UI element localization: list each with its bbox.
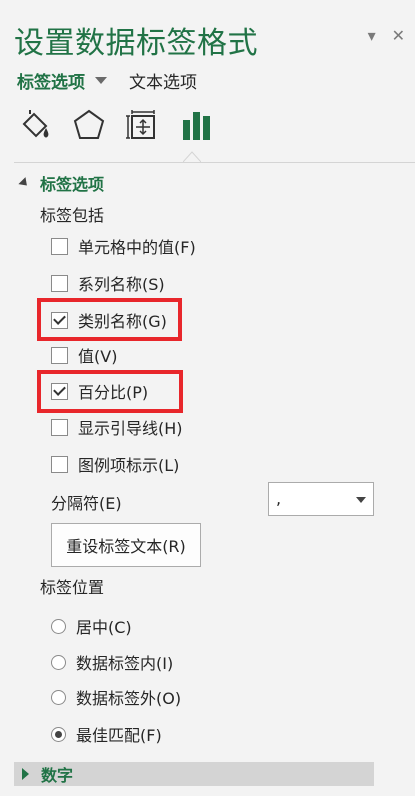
checkbox-cell-value[interactable]: 单元格中的值(F)	[51, 234, 196, 258]
pane-controls: ▾ ✕	[368, 28, 405, 44]
close-icon[interactable]: ✕	[392, 28, 405, 44]
bar-chart-options-icon[interactable]	[180, 106, 214, 142]
expand-triangle-icon	[22, 768, 29, 780]
label-position-heading: 标签位置	[40, 578, 105, 597]
radio-inside-end[interactable]: 数据标签内(I)	[51, 650, 173, 674]
fill-line-icon[interactable]	[18, 106, 52, 142]
checkbox-label: 值(V)	[78, 347, 118, 366]
category-icon-row	[18, 106, 214, 142]
checkbox-percentage[interactable]: 百分比(P)	[51, 379, 148, 403]
tab-dropdown-icon[interactable]	[95, 77, 107, 84]
size-properties-icon[interactable]	[126, 106, 160, 142]
separator-label: 分隔符(E)	[51, 494, 122, 513]
checkbox-box[interactable]	[51, 346, 68, 364]
checkbox-label: 百分比(P)	[78, 383, 149, 402]
pane-title: 设置数据标签格式	[14, 26, 258, 61]
checkbox-label: 显示引导线(H)	[78, 419, 183, 438]
checkbox-box[interactable]	[51, 382, 68, 400]
number-section-header[interactable]: 数字	[14, 762, 374, 786]
icon-row-divider	[14, 162, 415, 163]
radio-outside-end[interactable]: 数据标签外(O)	[51, 685, 181, 709]
radio-circle[interactable]	[51, 654, 66, 670]
checkbox-value[interactable]: 值(V)	[51, 343, 117, 367]
effects-pentagon-icon[interactable]	[72, 106, 106, 142]
checkbox-label: 系列名称(S)	[78, 275, 165, 294]
radio-label: 数据标签外(O)	[76, 689, 182, 708]
options-tabs: 标签选项 文本选项	[17, 68, 197, 93]
checkbox-label: 单元格中的值(F)	[78, 238, 196, 257]
radio-label: 居中(C)	[76, 618, 132, 637]
tab-label-options[interactable]: 标签选项	[17, 68, 85, 93]
tab-text-options[interactable]: 文本选项	[129, 68, 197, 93]
label-options-section-header[interactable]: 标签选项	[18, 171, 104, 195]
radio-center[interactable]: 居中(C)	[51, 614, 132, 638]
label-contains-heading: 标签包括	[40, 206, 105, 225]
selected-tab-notch	[183, 151, 201, 162]
checkbox-label: 类别名称(G)	[78, 312, 167, 331]
checkbox-category-name[interactable]: 类别名称(G)	[51, 308, 167, 332]
pane-options-dropdown-icon[interactable]: ▾	[368, 28, 376, 44]
checkbox-legend-key[interactable]: 图例项标示(L)	[51, 452, 179, 476]
radio-label: 数据标签内(I)	[76, 654, 174, 673]
chevron-down-icon	[356, 497, 366, 503]
separator-select[interactable]: ,	[268, 482, 374, 516]
checkbox-box[interactable]	[51, 237, 68, 255]
checkbox-box[interactable]	[51, 274, 68, 292]
radio-circle[interactable]	[51, 689, 66, 705]
checkbox-box[interactable]	[51, 311, 68, 329]
radio-circle[interactable]	[51, 726, 66, 742]
collapse-triangle-icon	[18, 176, 31, 189]
number-section-title: 数字	[41, 766, 74, 785]
section-title: 标签选项	[40, 175, 105, 194]
checkbox-label: 图例项标示(L)	[78, 456, 180, 475]
separator-value: ,	[276, 489, 282, 508]
checkbox-leader-lines[interactable]: 显示引导线(H)	[51, 415, 183, 439]
radio-best-fit[interactable]: 最佳匹配(F)	[51, 722, 162, 746]
checkbox-box[interactable]	[51, 418, 68, 436]
checkbox-series-name[interactable]: 系列名称(S)	[51, 271, 165, 295]
checkbox-box[interactable]	[51, 455, 68, 473]
radio-circle[interactable]	[51, 618, 66, 634]
reset-label-text-button[interactable]: 重设标签文本(R)	[51, 523, 201, 567]
radio-label: 最佳匹配(F)	[76, 726, 162, 745]
